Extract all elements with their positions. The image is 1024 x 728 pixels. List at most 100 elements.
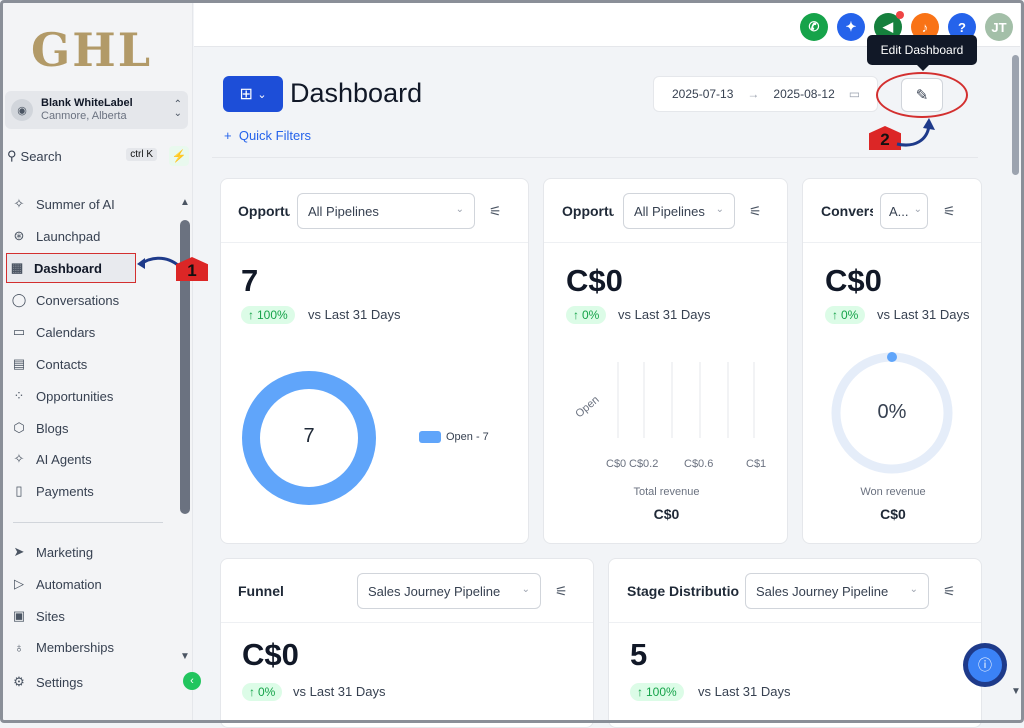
sidebar-item-blogs[interactable]: ⬡ Blogs — [9, 413, 139, 443]
x-axis-label: Total revenue — [633, 486, 700, 498]
funnel-card: Funnel Sales Journey Pipeline ⌄ ⚟ C$0 ↑ 0… — [220, 558, 594, 728]
total-value: C$0 — [880, 506, 906, 522]
sidebar-divider — [13, 522, 163, 523]
date-to: 2025-08-12 — [773, 87, 835, 101]
card-title: Conversion Rate — [821, 203, 873, 219]
stage-distribution-card: Stage Distribution Sales Journey Pipelin… — [608, 558, 982, 728]
sidebar: GHL ◉ Blank WhiteLabel Canmore, Alberta … — [3, 3, 193, 720]
collapse-sidebar-icon[interactable]: ‹ — [183, 672, 201, 690]
sidebar-item-sites[interactable]: ▣ Sites — [9, 601, 139, 631]
metric-value: 7 — [241, 263, 259, 298]
conversion-rate-card: Conversion Rate A...⌄ ⚟ C$0 ↑ 0% vs Last… — [802, 178, 982, 544]
card-header: Opportunity Value All Pipelines⌄ ⚟ — [544, 179, 787, 243]
pipeline-select[interactable]: Sales Journey Pipeline ⌄ — [357, 573, 541, 609]
change-badge: ↑ 100% — [630, 683, 684, 701]
account-switcher[interactable]: ◉ Blank WhiteLabel Canmore, Alberta ⌃ ⌄ — [5, 91, 188, 129]
sidebar-item-memberships[interactable]: ♁ Memberships — [9, 632, 139, 662]
automation-icon: ▷ — [14, 576, 24, 591]
sidebar-item-calendars[interactable]: ▭ Calendars — [9, 317, 139, 347]
sidebar-item-ai-agents[interactable]: ✧ AI Agents — [9, 444, 139, 474]
chevron-down-icon: ⌄ — [521, 584, 530, 595]
metric-value: C$0 — [825, 263, 882, 298]
card-header: Conversion Rate A...⌄ ⚟ — [803, 179, 981, 243]
gauge-sub-label: Won revenue — [860, 486, 926, 498]
chevron-down-icon: ⌄ — [913, 204, 922, 215]
sidebar-item-settings[interactable]: ⚙ Settings — [9, 667, 139, 697]
scrollbar-thumb[interactable] — [1012, 55, 1019, 175]
metric-value: C$0 — [566, 263, 623, 298]
scroll-up-icon[interactable]: ▲ — [180, 197, 190, 208]
comparison-label: vs Last 31 Days — [308, 307, 401, 322]
page-scrollbar[interactable] — [1010, 45, 1020, 685]
gauge-value: 0% — [877, 401, 907, 423]
pipeline-select[interactable]: A... ⌄ — [880, 193, 928, 229]
account-location: Canmore, Alberta — [41, 110, 127, 122]
chevron-updown-icon: ⌃ ⌄ — [173, 99, 182, 119]
edit-dashboard-tooltip: Edit Dashboard — [867, 35, 977, 71]
pipeline-select[interactable]: Sales Journey Pipeline ⌄ — [745, 573, 929, 609]
gauge-indicator — [887, 352, 897, 362]
chevron-down-icon: ⌄ — [909, 584, 918, 595]
sidebar-item-automation[interactable]: ▷ Automation — [9, 569, 139, 599]
date-range-picker[interactable]: 2025-07-13 → 2025-08-12 ▭ — [653, 76, 878, 112]
filter-icon[interactable]: ⚟ — [943, 583, 956, 600]
opportunity-value-card: Opportunity Value All Pipelines⌄ ⚟ C$0 ↑… — [543, 178, 788, 544]
calendar-icon: ▭ — [848, 87, 861, 101]
card-title: Funnel — [238, 583, 284, 599]
chat-icon: ◯ — [11, 292, 27, 307]
total-value: C$0 — [653, 506, 680, 522]
metric-value: 5 — [630, 637, 648, 672]
scroll-down-icon[interactable]: ▼ — [1011, 686, 1021, 697]
chevron-down-icon: ⌄ — [257, 88, 267, 101]
ai-sparkle-icon[interactable]: ✦ — [837, 13, 865, 41]
contacts-icon: ▤ — [12, 356, 26, 371]
comparison-label: vs Last 31 Days — [618, 307, 711, 322]
scroll-down-icon[interactable]: ▼ — [180, 651, 190, 662]
grid-icon: ▦ — [10, 260, 24, 275]
sidebar-item-marketing[interactable]: ➤ Marketing — [9, 537, 139, 567]
search-icon: ⚲ — [7, 148, 17, 163]
comparison-label: vs Last 31 Days — [698, 684, 791, 699]
receipt-icon: ▯ — [15, 483, 23, 498]
filter-icon[interactable]: ⚟ — [749, 203, 762, 220]
chevron-down-icon: ⌄ — [455, 204, 464, 215]
account-name: Blank WhiteLabel — [41, 97, 133, 109]
legend-label: Open - 7 — [446, 431, 489, 443]
x-tick: C$0.2 — [629, 458, 659, 470]
legend-swatch — [419, 431, 441, 443]
phone-icon[interactable]: ✆ — [800, 13, 828, 41]
date-from: 2025-07-13 — [672, 87, 734, 101]
annotation-highlight-ring — [876, 72, 968, 118]
badge-icon: ♁ — [14, 639, 24, 655]
filter-icon[interactable]: ⚟ — [943, 203, 956, 220]
sidebar-item-opportunities[interactable]: ⁘ Opportunities — [9, 381, 139, 411]
help-chat-button[interactable]: ⓘ — [963, 643, 1007, 687]
pipeline-select[interactable]: All Pipelines ⌄ — [297, 193, 475, 229]
card-title: Opportunity Value — [562, 203, 614, 219]
sidebar-item-contacts[interactable]: ▤ Contacts — [9, 349, 139, 379]
sidebar-item-payments[interactable]: ▯ Payments — [9, 476, 139, 506]
metric-value: C$0 — [242, 637, 299, 672]
change-badge: ↑ 100% — [241, 306, 295, 324]
x-tick: C$0.6 — [684, 458, 714, 470]
sidebar-item-summer-of-ai[interactable]: ✧ Summer of AI — [9, 189, 139, 219]
filter-icon[interactable]: ⚟ — [555, 583, 568, 600]
search-shortcut: ctrl K — [126, 148, 157, 161]
site-icon: ▣ — [12, 608, 26, 623]
pipeline-icon: ⁘ — [13, 388, 25, 403]
chevron-down-icon: ⌄ — [715, 204, 724, 215]
dashboard-switcher-button[interactable]: ⊞ ⌄ — [223, 76, 283, 112]
filter-icon[interactable]: ⚟ — [489, 203, 502, 220]
user-avatar[interactable]: JT — [985, 13, 1013, 41]
x-tick: C$1 — [746, 458, 767, 470]
sidebar-item-dashboard[interactable]: ▦ Dashboard — [6, 253, 136, 283]
sparkle-icon: ✧ — [13, 451, 25, 466]
quick-filters-link[interactable]: + Quick Filters — [224, 128, 311, 143]
search-trigger[interactable]: ⚲ Search ctrl K — [7, 145, 159, 167]
info-chat-icon: ⓘ — [968, 648, 1002, 682]
lightning-icon[interactable]: ⚡ — [169, 146, 189, 166]
pipeline-select[interactable]: All Pipelines ⌄ — [623, 193, 735, 229]
sidebar-item-conversations[interactable]: ◯ Conversations — [9, 285, 139, 315]
page-title: Dashboard — [290, 78, 423, 108]
sidebar-item-launchpad[interactable]: ⊛ Launchpad — [9, 221, 139, 251]
